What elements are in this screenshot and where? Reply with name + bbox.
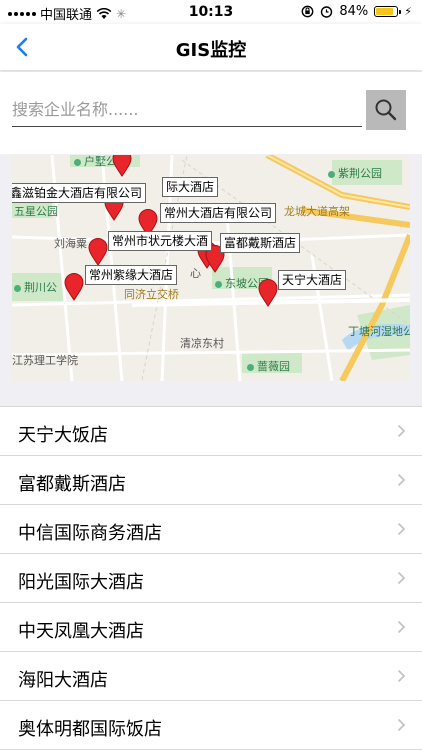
list-item-label: 中信国际商务酒店 bbox=[18, 523, 162, 544]
search-bar bbox=[0, 72, 422, 154]
chevron-right-icon bbox=[397, 718, 406, 732]
search-icon bbox=[375, 99, 397, 121]
map-label-place: 江苏理工学院 bbox=[12, 354, 78, 367]
map-label-park: 蔷薇园 bbox=[247, 358, 290, 374]
map-callout[interactable]: 常州大酒店有限公司 bbox=[160, 203, 277, 223]
chevron-right-icon bbox=[397, 571, 406, 585]
list-item-label: 天宁大饭店 bbox=[18, 425, 108, 446]
hotel-list: 天宁大饭店 富都戴斯酒店 中信国际商务酒店 阳光国际大酒店 中天凤凰大酒店 海阳… bbox=[0, 406, 422, 750]
list-item[interactable]: 中信国际商务酒店 bbox=[0, 505, 422, 554]
map-label-road: 同济立交桥 bbox=[124, 288, 179, 301]
map-label-park: 荆川公 bbox=[14, 279, 57, 295]
list-item-label: 富都戴斯酒店 bbox=[18, 474, 126, 495]
list-item[interactable]: 天宁大饭店 bbox=[0, 407, 422, 456]
gis-map[interactable]: 户墅公园 紫荆公园 五星公园 刘海粟 荆川公 同济立交桥 东坡公园 清凉东村 蔷… bbox=[12, 155, 410, 381]
battery-icon bbox=[374, 6, 402, 17]
map-label-road: 龙城大道高架 bbox=[284, 205, 350, 218]
map-label-place: 刘海粟 bbox=[54, 237, 87, 250]
map-callout[interactable]: 常州紫缘大酒店 bbox=[85, 265, 178, 285]
map-callout[interactable]: 常州市状元楼大酒 bbox=[108, 231, 213, 251]
map-callout[interactable]: 富都戴斯酒店 bbox=[220, 233, 301, 253]
page-title: GIS监控 bbox=[175, 40, 247, 61]
alarm-icon bbox=[321, 6, 333, 18]
chevron-right-icon bbox=[397, 473, 406, 487]
map-marker-icon[interactable] bbox=[258, 279, 278, 307]
list-item-label: 阳光国际大酒店 bbox=[18, 572, 144, 593]
battery-percent: 84% bbox=[339, 4, 369, 19]
list-item[interactable]: 中天凤凰大酒店 bbox=[0, 603, 422, 652]
chevron-right-icon bbox=[397, 522, 406, 536]
map-marker-icon[interactable] bbox=[112, 155, 132, 177]
map-marker-icon[interactable] bbox=[64, 273, 84, 301]
list-item[interactable]: 海阳大酒店 bbox=[0, 652, 422, 701]
map-label-place: 清凉东村 bbox=[180, 337, 224, 350]
chevron-right-icon bbox=[397, 669, 406, 683]
chevron-right-icon bbox=[397, 424, 406, 438]
list-item-label: 奥体明都国际饭店 bbox=[18, 719, 162, 740]
list-item[interactable]: 奥体明都国际饭店 bbox=[0, 701, 422, 750]
chevron-right-icon bbox=[397, 620, 406, 634]
map-callout[interactable]: 际大酒店 bbox=[162, 177, 219, 197]
list-item-label: 海阳大酒店 bbox=[18, 670, 108, 691]
list-item[interactable]: 富都戴斯酒店 bbox=[0, 456, 422, 505]
list-item[interactable]: 阳光国际大酒店 bbox=[0, 554, 422, 603]
map-callout[interactable]: 鑫滋铂金大酒店有限公司 bbox=[12, 183, 147, 203]
search-button[interactable] bbox=[366, 90, 406, 130]
map-marker-icon[interactable] bbox=[88, 238, 108, 266]
map-callout[interactable]: 天宁大酒店 bbox=[278, 270, 347, 290]
map-label-park: 五星公园 bbox=[14, 205, 58, 218]
status-bar: 中国联通 ✳ 10:13 84% ⚡ bbox=[0, 0, 422, 24]
nav-bar: GIS监控 bbox=[0, 24, 422, 70]
map-label-park: 紫荆公园 bbox=[328, 165, 382, 181]
list-item-label: 中天凤凰大酒店 bbox=[18, 621, 144, 642]
orientation-lock-icon bbox=[301, 5, 314, 18]
charging-icon: ⚡ bbox=[404, 5, 412, 18]
search-input[interactable] bbox=[12, 92, 362, 127]
map-label-park: 丁塘河湿地公 bbox=[348, 325, 410, 338]
